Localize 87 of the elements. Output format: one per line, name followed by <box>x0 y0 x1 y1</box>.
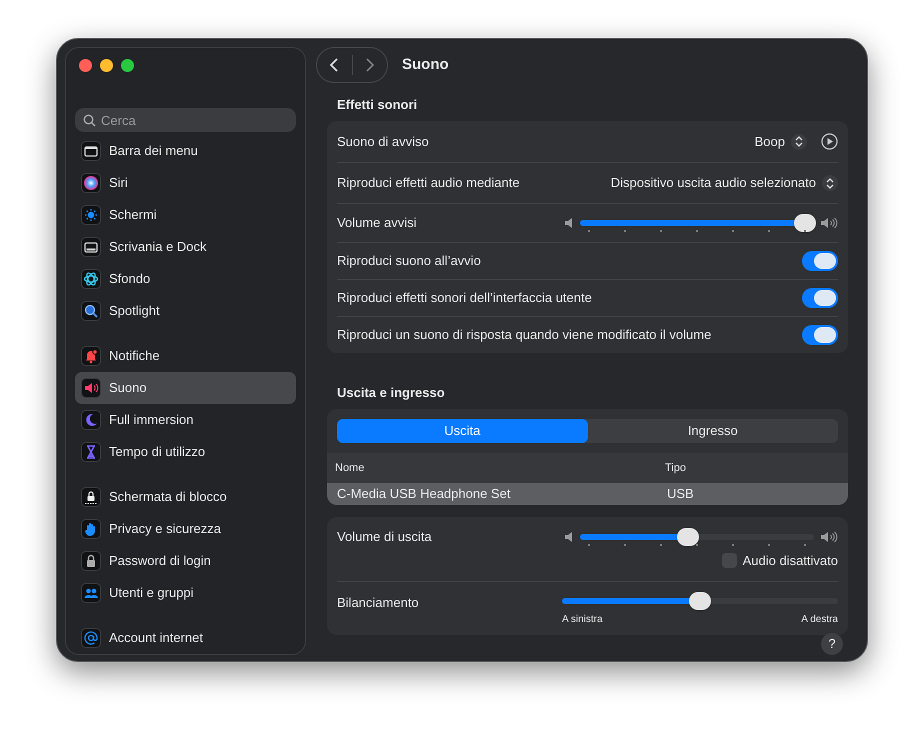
lock-icon <box>81 487 101 507</box>
sidebar-item[interactable]: Siri <box>75 167 296 199</box>
slider[interactable] <box>580 213 814 233</box>
lock-icon <box>81 551 101 571</box>
hourglass-icon <box>81 442 101 462</box>
setting-label: Riproduci un suono di risposta quando viene modificato il volume <box>337 326 712 344</box>
table-cell-text: USB <box>667 485 694 504</box>
slider-min-label: A sinistra <box>562 612 603 626</box>
tick-mark <box>732 230 734 232</box>
orb-icon <box>81 173 101 193</box>
hand-icon <box>81 519 101 539</box>
tick-mark <box>732 544 734 546</box>
sidebar-item[interactable]: Full immersion <box>75 404 296 436</box>
tick-mark <box>768 230 770 232</box>
search-icon <box>81 301 101 321</box>
tick-mark <box>588 230 590 232</box>
setting-label: Riproduci effetti sonori dell’interfaccia utente <box>337 289 592 308</box>
setting-label: Volume avvisi <box>337 214 416 232</box>
speaker-icon <box>81 378 101 398</box>
sidebar-item[interactable]: Spotlight <box>75 295 296 327</box>
table-cell-text: C-Media USB Headphone Set <box>337 485 512 504</box>
tick-mark <box>624 544 626 546</box>
sidebar-item[interactable]: Account internet <box>75 622 296 654</box>
toggle-switch[interactable] <box>802 325 838 345</box>
slider-max-label: A destra <box>801 612 838 626</box>
bell-icon <box>81 346 101 366</box>
setting-label: Bilanciamento <box>337 594 419 612</box>
tick-mark <box>660 544 662 546</box>
tick-mark <box>804 230 806 232</box>
minimize-button[interactable] <box>100 58 113 72</box>
play-icon[interactable] <box>821 133 838 150</box>
setting-label: Riproduci suono all’avvio <box>337 252 481 270</box>
sidebar-item[interactable]: Privacy e sicurezza <box>75 513 296 545</box>
segment-tab[interactable]: Ingresso <box>588 419 838 443</box>
tick-mark <box>696 230 698 232</box>
slider[interactable] <box>580 527 814 547</box>
section-heading: Uscita e ingresso <box>337 384 446 401</box>
search-bar[interactable]: Cerca <box>75 108 296 132</box>
sidebar-item[interactable]: Schermi <box>75 199 296 231</box>
toggle-switch[interactable] <box>802 251 838 271</box>
sidebar-item[interactable]: Schermata di blocco <box>75 481 296 513</box>
speaker-high-icon <box>820 531 838 543</box>
sidebar-item[interactable]: Utenti e gruppi <box>75 577 296 609</box>
setting-label: Volume di uscita <box>337 528 432 546</box>
stepper-icon[interactable] <box>822 175 838 191</box>
sidebar-item[interactable]: Scrivania e Dock <box>75 231 296 263</box>
speaker-high-icon <box>820 217 838 229</box>
tick-mark <box>696 544 698 546</box>
window-icon <box>81 141 101 161</box>
popup-value[interactable]: Dispositivo uscita audio selezionato <box>610 173 816 193</box>
sidebar-item[interactable]: Barra dei menu <box>75 135 296 167</box>
toggle-switch[interactable] <box>802 288 838 308</box>
people-icon <box>81 583 101 603</box>
dock-icon <box>81 237 101 257</box>
flower-icon <box>81 269 101 289</box>
search-field[interactable]: Cerca <box>101 108 288 132</box>
help-button[interactable]: ? <box>821 633 843 655</box>
segment-tab[interactable]: Uscita <box>337 419 588 443</box>
zoom-button[interactable] <box>121 58 134 72</box>
sidebar-item[interactable]: Tempo di utilizzo <box>75 436 296 468</box>
tick-mark <box>624 230 626 232</box>
column-header: Tipo <box>665 460 686 476</box>
stepper-icon[interactable] <box>791 134 807 150</box>
tick-mark <box>768 544 770 546</box>
sidebar-item[interactable]: Suono <box>75 372 296 404</box>
window-title: Suono <box>402 54 449 75</box>
sidebar-item[interactable]: Password di login <box>75 545 296 577</box>
tick-mark <box>804 544 806 546</box>
moon-icon <box>81 410 101 430</box>
sidebar-item[interactable]: Sfondo <box>75 263 296 295</box>
speaker-low-icon <box>564 531 574 543</box>
sun-icon <box>81 205 101 225</box>
sidebar-item[interactable]: Notifiche <box>75 340 296 372</box>
tick-mark <box>588 544 590 546</box>
speaker-low-icon <box>564 217 574 229</box>
search-icon <box>83 114 96 127</box>
slider[interactable] <box>562 590 838 610</box>
checkbox-label: Audio disattivato <box>742 552 838 570</box>
tick-mark <box>660 230 662 232</box>
column-header: Nome <box>335 460 366 476</box>
table-row[interactable]: C-Media USB Headphone Set USB <box>327 483 848 505</box>
setting-label: Riproduci effetti audio mediante <box>337 174 520 192</box>
close-button[interactable] <box>79 58 92 72</box>
setting-label: Suono di avviso <box>337 132 429 151</box>
at-icon <box>81 628 101 648</box>
section-heading: Effetti sonori <box>337 96 418 113</box>
popup-value[interactable]: Boop <box>754 132 785 152</box>
